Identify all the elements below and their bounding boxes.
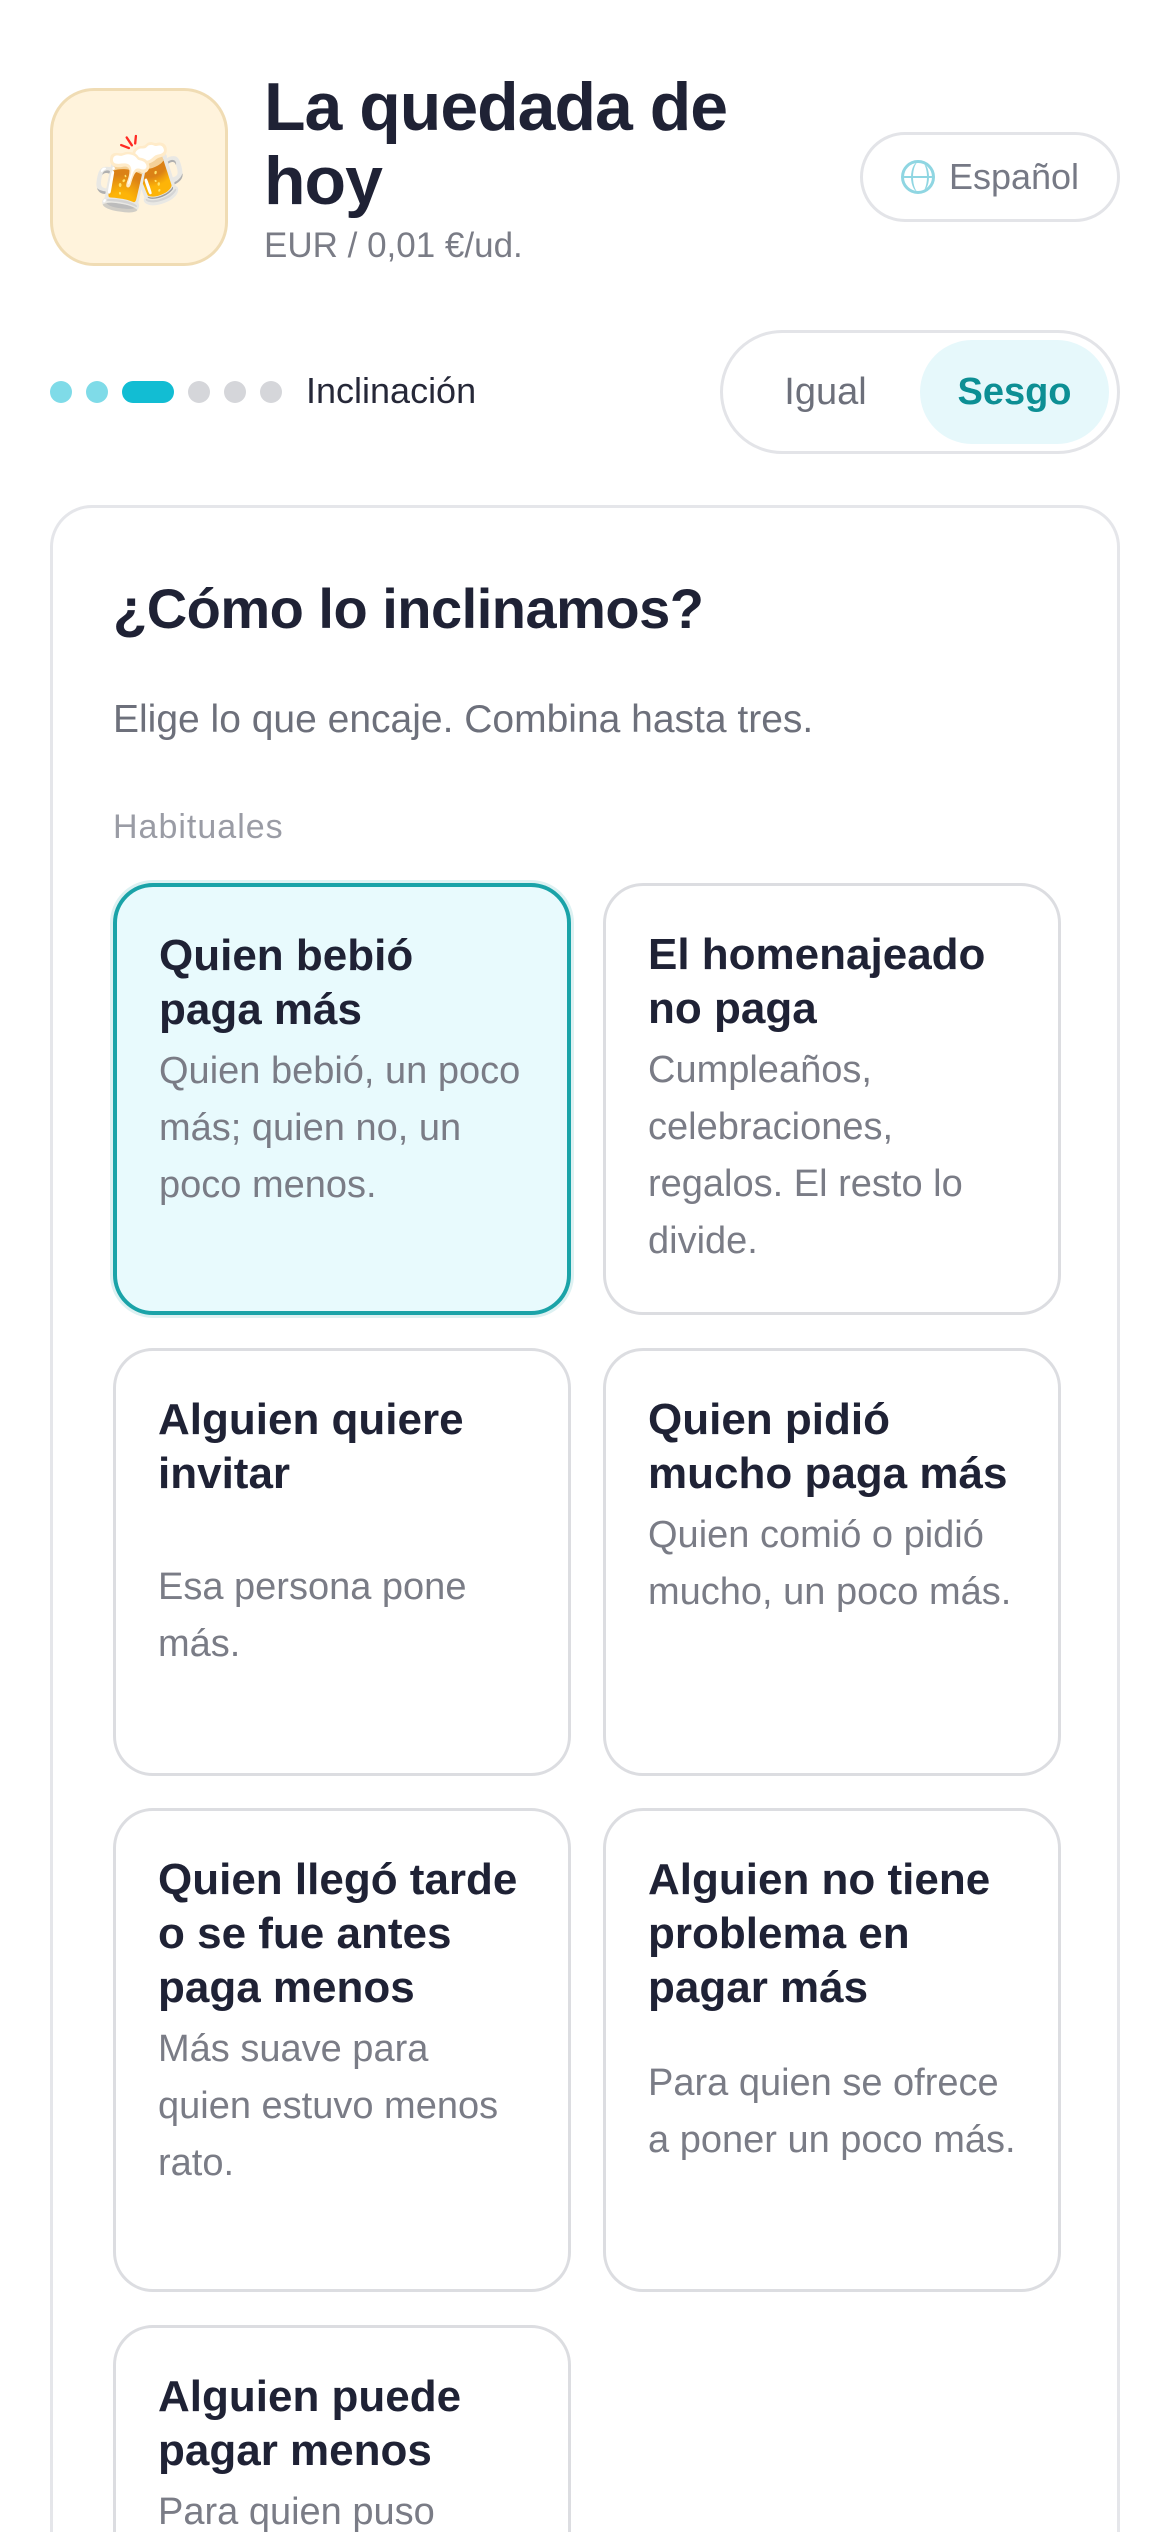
option-card-invitar[interactable]: Alguien quiere invitar Esa persona pone … [113,1348,571,1776]
section-label: Habituales [113,808,284,846]
page-title: La quedada de hoy [264,69,728,219]
option-description: Esa persona pone más. [158,1566,467,1665]
option-title: Alguien no tiene problema en pagar más [648,1855,991,2012]
option-title: Quien llegó tarde o se fue antes paga me… [158,1855,518,2012]
option-description: Quien comió o pidió mucho, un poco más. [648,1514,1012,1613]
language-button[interactable]: Español [860,132,1120,222]
option-card-pidio[interactable]: Quien pidió mucho paga más Quien comió o… [603,1348,1061,1776]
card-description: Elige lo que encaje. Combina hasta tres. [113,698,814,741]
option-card-homenajeado[interactable]: El homenajeado no paga Cumpleaños, celeb… [603,883,1061,1315]
step-progress [50,381,282,403]
mode-option-igual[interactable]: Igual [731,340,920,444]
step-dot-current [122,381,174,403]
option-card-pagar-menos[interactable]: Alguien puede pagar menos Para quien pus… [113,2325,571,2532]
option-title: El homenajeado no paga [648,930,986,1033]
step-dot [86,381,108,403]
option-card-bebio[interactable]: Quien bebió paga más Quien bebió, un poc… [113,883,571,1315]
mode-toggle: Igual Sesgo [720,330,1120,454]
option-title: Alguien puede pagar menos [158,2372,462,2475]
option-description: Quien bebió, un poco más; quien no, un p… [159,1050,521,1206]
option-title: Quien pidió mucho paga más [648,1395,1008,1498]
step-dot [188,381,210,403]
bias-card: ¿Cómo lo inclinamos? Elige lo que encaje… [50,505,1120,2532]
beer-mugs-icon: 🍻 [50,88,228,266]
title-block: La quedada de hoy EUR / 0,01 €/ud. [264,70,824,266]
option-card-llego-tarde[interactable]: Quien llegó tarde o se fue antes paga me… [113,1808,571,2292]
option-description: Más suave para quien estuvo menos rato. [158,2028,499,2184]
currency-subtitle: EUR / 0,01 €/ud. [264,226,523,265]
step-dot [224,381,246,403]
step-label: Inclinación [306,370,477,411]
option-description: Para quien se ofrece a poner un poco más… [648,2062,1016,2161]
language-label: Español [948,156,1080,197]
card-title: ¿Cómo lo inclinamos? [113,577,704,640]
step-dot [260,381,282,403]
option-title: Quien bebió paga más [159,931,414,1034]
step-dot [50,381,72,403]
option-description: Para quien puso [158,2491,435,2532]
header: 🍻 La quedada de hoy EUR / 0,01 €/ud. Esp… [50,70,1120,290]
progress-row: Inclinación Igual Sesgo [50,330,1120,455]
mode-option-sesgo[interactable]: Sesgo [920,340,1109,444]
globe-icon [900,160,935,194]
option-title: Alguien quiere invitar [158,1395,464,1498]
option-description: Cumpleaños, celebraciones, regalos. El r… [648,1049,963,1262]
option-card-pagar-mas[interactable]: Alguien no tiene problema en pagar más P… [603,1808,1061,2292]
